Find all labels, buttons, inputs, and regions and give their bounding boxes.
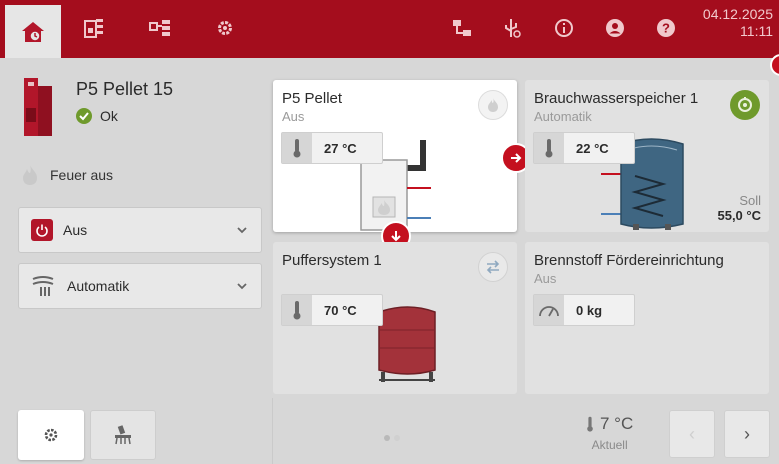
network-icon[interactable]: [448, 14, 476, 42]
datetime-display: 04.12.2025 11:11: [703, 6, 773, 40]
user-icon[interactable]: [601, 14, 629, 42]
gear-icon: [44, 428, 58, 442]
fuel-weight-value: 0 kg: [576, 302, 603, 318]
boiler-device-image: [20, 78, 54, 141]
card-title: Brennstoff Fördereinrichtung: [534, 252, 724, 269]
card-fuel-conveyor[interactable]: Brennstoff Fördereinrichtung Aus 0 kg: [525, 242, 769, 394]
top-navigation-bar: ? 04.12.2025 11:11: [0, 0, 779, 58]
distribution-icon[interactable]: [146, 14, 174, 42]
home-tab[interactable]: [5, 5, 61, 58]
buffer-temp-value: 70 °C: [324, 302, 357, 318]
hot-water-temp-box: 22 °C: [533, 132, 635, 164]
home-icon: [22, 21, 44, 42]
chimney-sweep-icon: [115, 425, 131, 445]
thermometer-icon: [534, 133, 564, 163]
help-icon[interactable]: ?: [652, 14, 680, 42]
date-label: 04.12.2025: [702, 6, 773, 22]
setpoint-value: 55,0 °C: [717, 208, 761, 223]
chevron-down-icon: [237, 283, 247, 290]
card-buffer-system[interactable]: Puffersystem 1 70 °C: [273, 242, 517, 394]
page-indicator: [384, 435, 400, 441]
fire-status-row: Feuer aus: [20, 164, 113, 186]
boiler-temp-box: 27 °C: [281, 132, 383, 164]
next-page-button[interactable]: ›: [724, 410, 770, 458]
fire-status-label: Feuer aus: [50, 167, 114, 183]
card-title: Puffersystem 1: [282, 252, 382, 269]
program-select[interactable]: Automatik: [18, 263, 262, 309]
outside-temperature: 7 °C Aktuell: [586, 414, 633, 452]
thermometer-icon: [282, 133, 312, 163]
notification-badge[interactable]: [770, 54, 779, 76]
status-label: Ok: [100, 108, 118, 124]
usb-icon[interactable]: [499, 14, 527, 42]
power-icon: [31, 219, 53, 241]
page-dot: [394, 435, 400, 441]
check-circle-icon: [76, 108, 92, 124]
chimney-sweep-button[interactable]: [90, 410, 156, 460]
scale-gauge-icon: [534, 295, 564, 325]
operating-mode-select[interactable]: Aus: [18, 207, 262, 253]
outside-temp-label: Aktuell: [591, 438, 628, 452]
card-subtitle: Automatik: [534, 109, 592, 124]
buffer-temp-box: 70 °C: [281, 294, 383, 326]
card-boiler[interactable]: P5 Pellet Aus 27 °C: [273, 80, 517, 232]
pump-icon: [730, 90, 760, 120]
outside-temp-value: 7 °C: [600, 414, 634, 433]
flame-icon: [23, 165, 37, 185]
settings-button[interactable]: [18, 410, 84, 460]
page-dot: [384, 435, 390, 441]
previous-page-button[interactable]: ‹: [669, 410, 715, 458]
fuel-weight-box: 0 kg: [533, 294, 635, 326]
setpoint-display: Soll 55,0 °C: [717, 193, 761, 223]
heating-panel-icon[interactable]: [80, 14, 108, 42]
svg-text:?: ?: [662, 21, 670, 36]
card-title: Brauchwasserspeicher 1: [534, 90, 699, 107]
swap-arrows-icon: [478, 252, 508, 282]
flame-badge-icon: [478, 90, 508, 120]
device-status: Ok: [76, 108, 118, 124]
chevron-down-icon: [237, 227, 247, 234]
card-subtitle: Aus: [534, 271, 557, 286]
thermometer-icon: [587, 416, 593, 432]
info-icon[interactable]: [550, 14, 578, 42]
heating-program-icon: [32, 276, 54, 296]
card-subtitle: Aus: [282, 109, 305, 124]
operating-mode-value: Aus: [63, 222, 88, 238]
device-name: P5 Pellet 15: [76, 79, 174, 99]
card-hot-water-storage[interactable]: Brauchwasserspeicher 1 Automatik 22 °C S…: [525, 80, 769, 232]
program-value: Automatik: [67, 278, 130, 294]
time-label: 11:11: [740, 23, 773, 39]
footer-divider: [272, 398, 273, 464]
hot-water-temp-value: 22 °C: [576, 140, 609, 156]
boiler-temp-value: 27 °C: [324, 140, 357, 156]
buffer-tank-diagram: [378, 306, 436, 382]
thermometer-icon: [282, 295, 312, 325]
setpoint-label: Soll: [739, 193, 761, 208]
gear-icon[interactable]: [211, 14, 239, 42]
card-title: P5 Pellet: [282, 90, 343, 107]
